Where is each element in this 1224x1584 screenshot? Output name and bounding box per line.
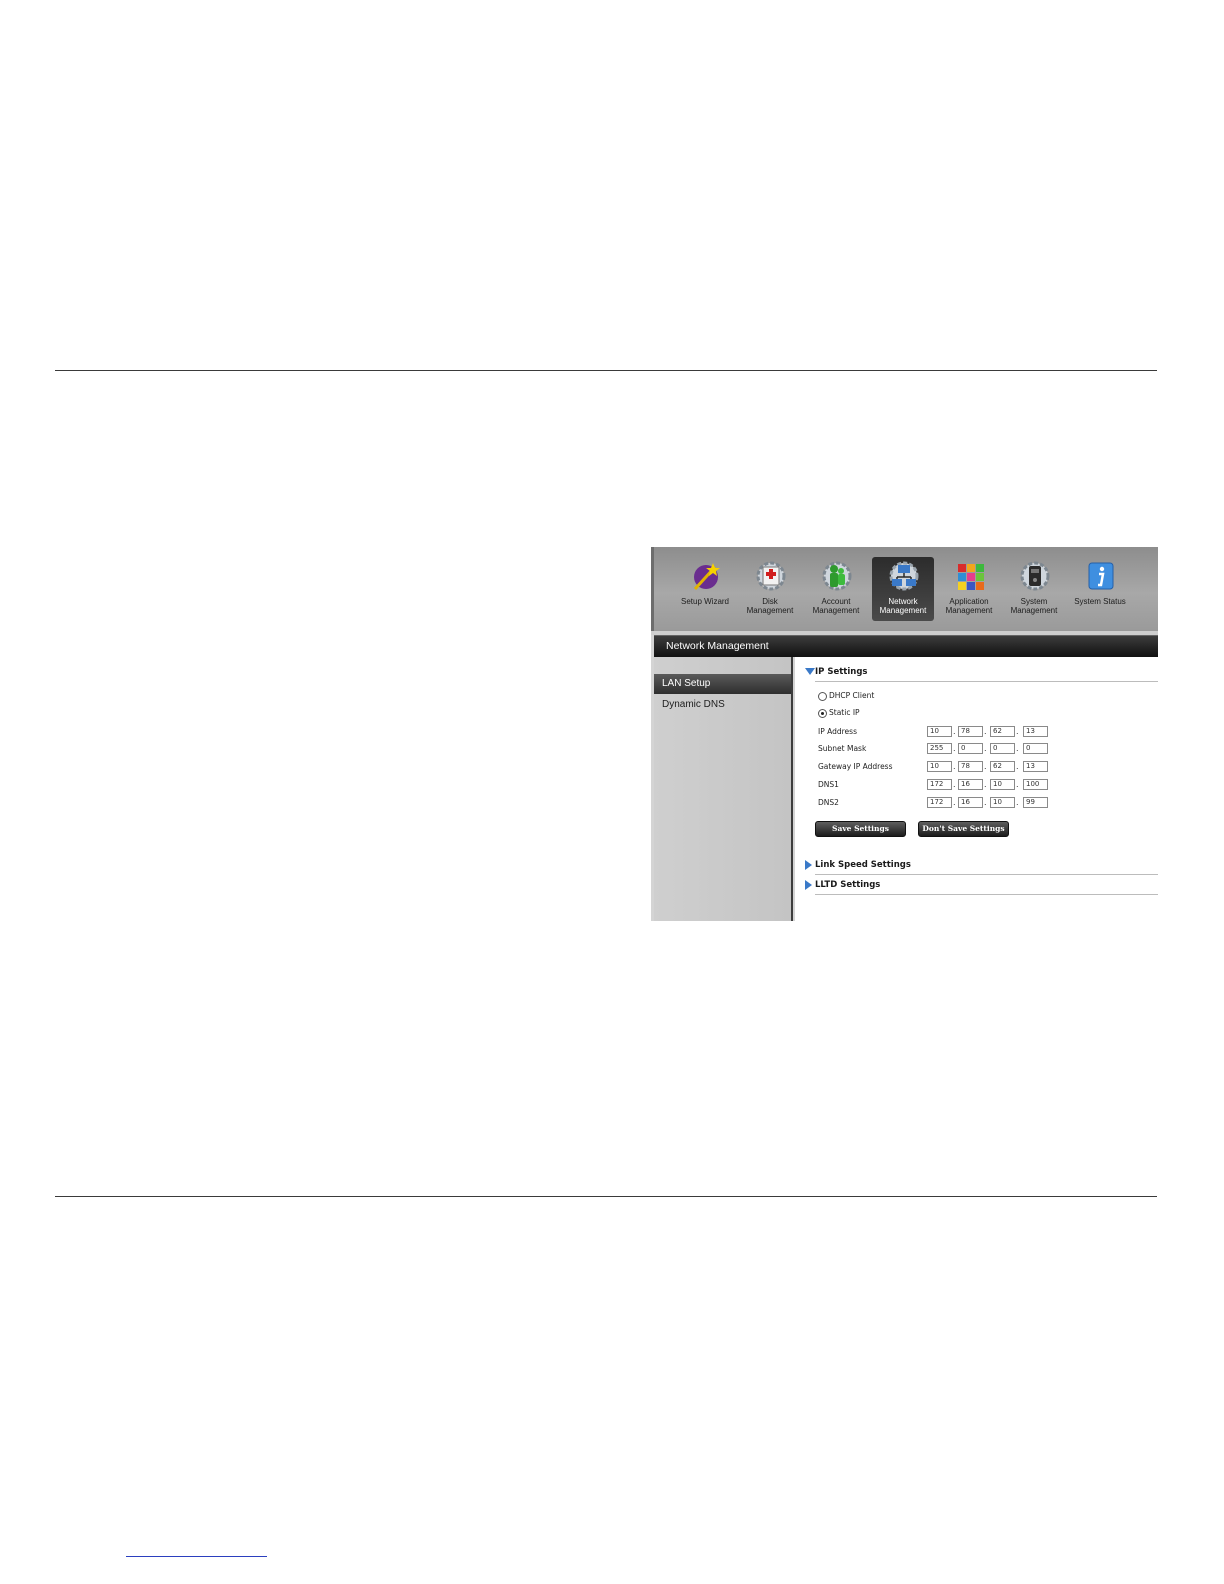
collapsed-arrow-icon[interactable] <box>805 860 812 870</box>
application-management-icon <box>958 564 984 590</box>
ip-octet-input[interactable]: 172 <box>927 797 952 808</box>
section-divider <box>815 894 1158 895</box>
footer-link-underline[interactable] <box>126 1556 267 1557</box>
nav-network-management[interactable]: Network Management <box>872 557 934 621</box>
sidebar-item-dynamic-dns[interactable]: Dynamic DNS <box>654 695 791 715</box>
ip-octet-input[interactable]: 78 <box>958 726 983 737</box>
radio-label: DHCP Client <box>829 691 875 700</box>
ip-octet-input[interactable]: 62 <box>990 761 1015 772</box>
collapsed-arrow-icon[interactable] <box>805 880 812 890</box>
nav-system-status[interactable]: System Status <box>1069 557 1131 621</box>
octet-separator: . <box>1016 798 1019 807</box>
octet-separator: . <box>953 727 956 736</box>
nav-setup-wizard[interactable]: Setup Wizard <box>674 557 736 621</box>
top-navigation-bar: Setup Wizard Disk Management Account Man… <box>651 547 1158 631</box>
field-label: DNS1 <box>818 780 839 789</box>
ip-octet-input[interactable]: 10 <box>990 797 1015 808</box>
nav-label: System Status <box>1074 597 1126 606</box>
octet-separator: . <box>953 780 956 789</box>
nav-disk-management[interactable]: Disk Management <box>739 557 801 621</box>
field-label: DNS2 <box>818 798 839 807</box>
octet-separator: . <box>984 780 987 789</box>
nav-label: Setup Wizard <box>680 597 730 606</box>
octet-separator: . <box>1016 727 1019 736</box>
field-label: IP Address <box>818 727 857 736</box>
octet-separator: . <box>953 744 956 753</box>
network-management-icon <box>889 561 919 591</box>
ip-octet-input[interactable]: 255 <box>927 743 952 754</box>
octet-separator: . <box>984 762 987 771</box>
dhcp-client-option[interactable]: DHCP Client <box>818 691 874 701</box>
info-icon <box>1088 562 1114 590</box>
nav-label: Account Management <box>812 597 860 615</box>
octet-separator: . <box>984 798 987 807</box>
static-ip-option[interactable]: Static IP <box>818 708 860 718</box>
ip-octet-input[interactable]: 13 <box>1023 726 1048 737</box>
octet-separator: . <box>984 744 987 753</box>
radio-button-dhcp[interactable] <box>818 691 827 701</box>
section-divider <box>815 681 1158 682</box>
nav-account-management[interactable]: Account Management <box>805 557 867 621</box>
field-label: Gateway IP Address <box>818 762 893 771</box>
octet-separator: . <box>1016 762 1019 771</box>
page-title: Network Management <box>666 640 769 652</box>
nas-web-ui-screenshot: Setup Wizard Disk Management Account Man… <box>651 547 1158 921</box>
expanded-arrow-icon[interactable] <box>805 668 815 675</box>
page-title-bar: Network Management <box>654 635 1158 657</box>
wizard-icon <box>693 563 720 591</box>
nav-label: Network Management <box>879 597 927 615</box>
save-settings-button[interactable]: Save Settings <box>815 821 906 837</box>
nav-label: Application Management <box>945 597 993 615</box>
octet-separator: . <box>984 727 987 736</box>
octet-separator: . <box>1016 780 1019 789</box>
radio-button-static[interactable] <box>818 708 827 718</box>
account-management-icon <box>822 561 852 591</box>
ip-octet-input[interactable]: 62 <box>990 726 1015 737</box>
ip-octet-input[interactable]: 0 <box>1023 743 1048 754</box>
sidebar-item-lan-setup[interactable]: LAN Setup <box>654 674 791 694</box>
nav-label: Disk Management <box>746 597 794 615</box>
system-management-icon <box>1020 561 1050 591</box>
nav-label: System Management <box>1010 597 1058 615</box>
ip-octet-input[interactable]: 99 <box>1023 797 1048 808</box>
ip-octet-input[interactable]: 172 <box>927 779 952 790</box>
link-speed-settings-heading[interactable]: Link Speed Settings <box>815 860 911 870</box>
ip-settings-heading[interactable]: IP Settings <box>815 667 867 677</box>
nav-application-management[interactable]: Application Management <box>938 557 1000 621</box>
ip-octet-input[interactable]: 10 <box>990 779 1015 790</box>
dont-save-settings-button[interactable]: Don't Save Settings <box>918 821 1009 837</box>
sidebar: LAN Setup Dynamic DNS <box>654 657 793 921</box>
lltd-settings-heading[interactable]: LLTD Settings <box>815 880 880 890</box>
octet-separator: . <box>953 762 956 771</box>
ip-octet-input[interactable]: 0 <box>990 743 1015 754</box>
ip-octet-input[interactable]: 10 <box>927 761 952 772</box>
nav-system-management[interactable]: System Management <box>1003 557 1065 621</box>
ip-octet-input[interactable]: 0 <box>958 743 983 754</box>
ip-octet-input[interactable]: 10 <box>927 726 952 737</box>
radio-label: Static IP <box>829 708 860 717</box>
octet-separator: . <box>1016 744 1019 753</box>
ip-octet-input[interactable]: 100 <box>1023 779 1048 790</box>
top-divider <box>55 370 1157 371</box>
section-divider <box>815 874 1158 875</box>
ip-octet-input[interactable]: 16 <box>958 797 983 808</box>
ip-octet-input[interactable]: 78 <box>958 761 983 772</box>
disk-management-icon <box>756 561 786 591</box>
ip-octet-input[interactable]: 13 <box>1023 761 1048 772</box>
content-panel: IP Settings DHCP Client Static IP IP Add… <box>795 657 1158 921</box>
field-label: Subnet Mask <box>818 744 867 753</box>
ip-octet-input[interactable]: 16 <box>958 779 983 790</box>
bottom-divider <box>55 1196 1157 1197</box>
octet-separator: . <box>953 798 956 807</box>
